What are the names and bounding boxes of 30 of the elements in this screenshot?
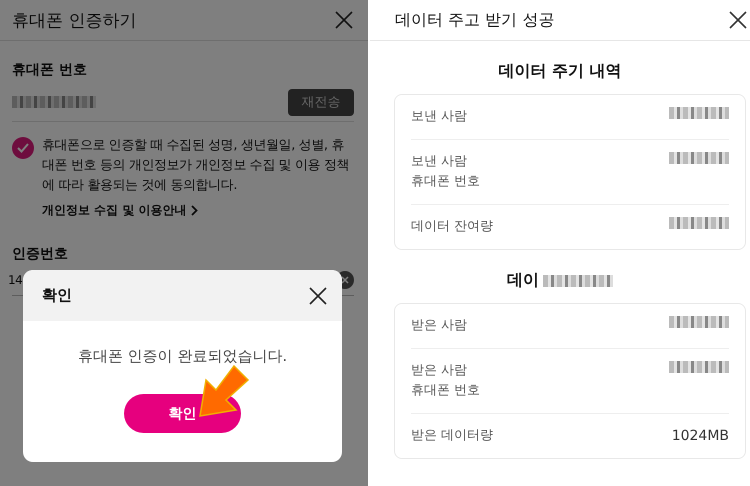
dialog-title: 확인 <box>42 286 72 305</box>
dialog-message: 휴대폰 인증이 완료되었습니다. <box>76 347 288 366</box>
screen-title: 데이터 주고 받기 성공 <box>395 10 554 30</box>
privacy-link[interactable]: 개인정보 수집 및 이용안내 <box>42 202 198 219</box>
row-label: 받은 사람 휴대폰 번호 <box>411 362 480 400</box>
row-label: 보낸 사람 <box>411 108 468 126</box>
row-label: 데이터 잔여량 <box>411 218 494 236</box>
consent-checkbox[interactable] <box>12 137 34 159</box>
redacted-value <box>669 217 729 229</box>
redacted-value <box>669 152 729 164</box>
row-value: 1024MB <box>672 427 729 446</box>
field-label: 휴대폰 번호 <box>12 61 88 79</box>
code-value: 14 <box>8 273 22 287</box>
screen-title: 휴대폰 인증하기 <box>12 10 136 32</box>
row-label: 받은 데이터량 <box>411 427 494 445</box>
redacted-value <box>669 316 729 328</box>
chevron-icon <box>190 205 198 216</box>
row-label: 보낸 사람 휴대폰 번호 <box>411 153 480 191</box>
row-label: 받은 사람 <box>411 317 468 335</box>
pointer-arrow <box>196 364 250 418</box>
field-label: 인증번호 <box>12 245 69 263</box>
section-heading: 데이터 주기 내역 <box>497 61 623 82</box>
section-heading: 데이 <box>507 270 539 291</box>
redacted-value <box>669 361 729 373</box>
redacted-value <box>669 107 729 119</box>
close-icon[interactable] <box>728 10 748 30</box>
resend-button[interactable]: 재전송 <box>288 88 354 116</box>
check-icon <box>17 143 29 153</box>
close-icon[interactable] <box>308 286 328 306</box>
consent-text: 휴대폰으로 인증할 때 수집된 성명, 생년월일, 성별, 휴대폰 번호 등의 개인정보가 개인정보 수집 및 이용 정책에 따라 활용되는 것에 동의합니다. <box>42 137 350 195</box>
